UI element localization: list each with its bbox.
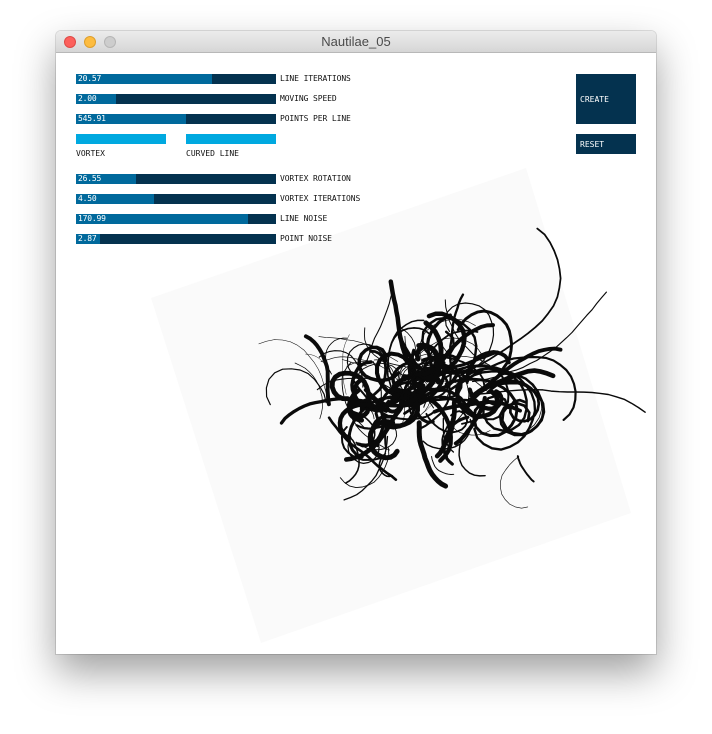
line-noise-slider[interactable]: 170.99 (76, 214, 276, 224)
moving-speed-slider[interactable]: 2.00 (76, 94, 276, 104)
line-noise-label: LINE NOISE (280, 214, 328, 223)
vortex-toggle[interactable] (76, 134, 166, 144)
point-noise-slider[interactable]: 2.87 (76, 234, 276, 244)
curved-line-toggle[interactable] (186, 134, 276, 144)
points-per-line-label: POINTS PER LINE (280, 114, 351, 123)
slider-value: 545.91 (78, 114, 106, 123)
slider-value: 26.55 (78, 174, 102, 183)
point-noise-label: POINT NOISE (280, 234, 332, 243)
vortex-rotation-slider[interactable]: 26.55 (76, 174, 276, 184)
vortex-iterations-slider[interactable]: 4.50 (76, 194, 276, 204)
line-iterations-label: LINE ITERATIONS (280, 74, 351, 83)
reset-button-label: RESET (580, 139, 605, 149)
points-per-line-slider[interactable]: 545.91 (76, 114, 276, 124)
sketch-canvas[interactable]: 20.57 LINE ITERATIONS 2.00 MOVING SPEED … (56, 53, 656, 654)
moving-speed-label: MOVING SPEED (280, 94, 337, 103)
slider-value: 2.87 (78, 234, 97, 243)
slider-value: 4.50 (78, 194, 97, 203)
create-button-label: CREATE (580, 94, 609, 104)
vortex-toggle-label: VORTEX (76, 149, 105, 158)
window-title: Nautilae_05 (321, 34, 391, 49)
slider-value: 170.99 (78, 214, 106, 223)
line-iterations-slider[interactable]: 20.57 (76, 74, 276, 84)
slider-value: 20.57 (78, 74, 102, 83)
vortex-iterations-label: VORTEX ITERATIONS (280, 194, 361, 203)
vortex-rotation-label: VORTEX ROTATION (280, 174, 351, 183)
slider-value: 2.00 (78, 94, 97, 103)
create-button[interactable]: CREATE (576, 74, 636, 124)
title-bar[interactable]: Nautilae_05 (56, 31, 656, 53)
reset-button[interactable]: RESET (576, 134, 636, 154)
app-window: Nautilae_05 20.57 LINE ITERATIONS 2.00 M… (56, 31, 656, 654)
curved-line-toggle-label: CURVED LINE (186, 149, 239, 158)
